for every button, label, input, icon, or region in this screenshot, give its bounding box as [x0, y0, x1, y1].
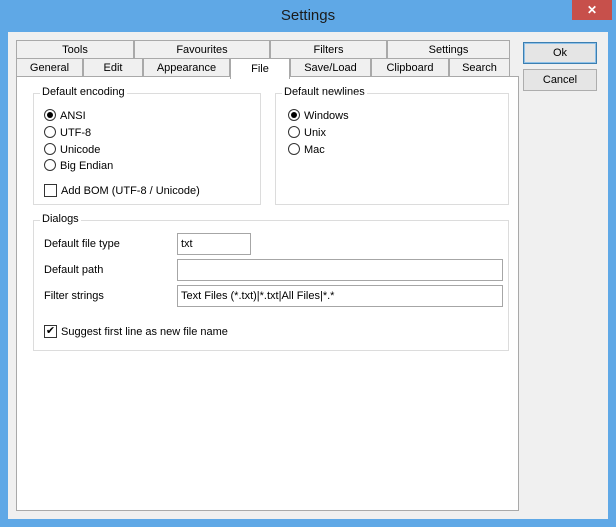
- default-path-input[interactable]: [177, 259, 503, 281]
- file-tab-panel: Default encoding ANSI UTF-8 Unicode Big …: [16, 76, 519, 511]
- encoding-group: Default encoding ANSI UTF-8 Unicode Big …: [33, 86, 261, 205]
- dialog-client: Tools Favourites Filters Settings Genera…: [8, 32, 608, 519]
- default-path-label: Default path: [44, 264, 104, 276]
- encoding-group-title: Default encoding: [40, 86, 127, 98]
- suggest-filename-label: Suggest first line as new file name: [61, 326, 228, 338]
- settings-window: Settings ✕ Tools Favourites Filters Sett…: [0, 0, 616, 527]
- ok-button[interactable]: Ok: [523, 42, 597, 64]
- tab-clipboard[interactable]: Clipboard: [371, 58, 449, 76]
- add-bom-check-box[interactable]: [44, 184, 57, 197]
- tab-general[interactable]: General: [16, 58, 83, 76]
- filter-strings-input[interactable]: Text Files (*.txt)|*.txt|All Files|*.*: [177, 285, 503, 307]
- title-bar[interactable]: Settings ✕: [0, 0, 616, 32]
- tab-file[interactable]: File: [230, 58, 290, 79]
- cancel-button[interactable]: Cancel: [523, 69, 597, 91]
- radio-utf8-indicator[interactable]: [44, 126, 56, 138]
- close-button[interactable]: ✕: [572, 0, 612, 20]
- tab-appearance[interactable]: Appearance: [143, 58, 230, 76]
- radio-big-endian-label: Big Endian: [60, 160, 114, 172]
- tab-search[interactable]: Search: [449, 58, 510, 76]
- radio-unicode-label: Unicode: [60, 144, 101, 156]
- radio-big-endian-indicator[interactable]: [44, 159, 56, 171]
- radio-ansi-label: ANSI: [60, 110, 86, 122]
- filter-strings-label: Filter strings: [44, 290, 104, 302]
- default-file-type-input[interactable]: txt: [177, 233, 251, 255]
- radio-ansi-indicator[interactable]: [44, 109, 56, 121]
- default-file-type-label: Default file type: [44, 238, 120, 250]
- window-title: Settings: [280, 7, 336, 24]
- add-bom-label: Add BOM (UTF-8 / Unicode): [61, 185, 200, 197]
- tab-favourites[interactable]: Favourites: [134, 40, 270, 58]
- radio-unicode-indicator[interactable]: [44, 143, 56, 155]
- radio-utf8-label: UTF-8: [60, 127, 92, 139]
- tab-edit[interactable]: Edit: [83, 58, 143, 76]
- suggest-filename-check-box[interactable]: ✔: [44, 325, 57, 338]
- tab-settings[interactable]: Settings: [387, 40, 510, 58]
- radio-unix-indicator[interactable]: [288, 126, 300, 138]
- tab-save-load[interactable]: Save/Load: [290, 58, 371, 76]
- dialogs-group: Dialogs Default file type txt Default pa…: [33, 213, 509, 351]
- radio-mac-indicator[interactable]: [288, 143, 300, 155]
- watermark: SOFTPEDIA: [298, 90, 433, 115]
- dialogs-group-title: Dialogs: [40, 213, 81, 225]
- tab-tools[interactable]: Tools: [16, 40, 134, 58]
- radio-unix-label: Unix: [304, 127, 327, 139]
- tab-filters[interactable]: Filters: [270, 40, 387, 58]
- radio-mac-label: Mac: [304, 144, 325, 156]
